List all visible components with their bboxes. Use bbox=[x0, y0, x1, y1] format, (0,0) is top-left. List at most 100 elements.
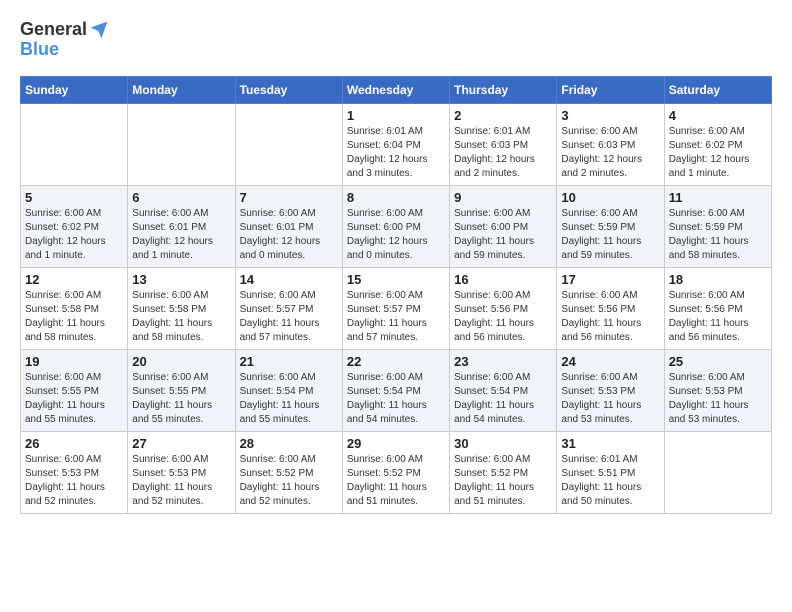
day-number: 16 bbox=[454, 272, 552, 287]
calendar-day-22: 22 Sunrise: 6:00 AM Sunset: 5:54 PM Dayli… bbox=[342, 349, 449, 431]
calendar-day-6: 6 Sunrise: 6:00 AM Sunset: 6:01 PM Daylig… bbox=[128, 185, 235, 267]
logo-blue-text: Blue bbox=[20, 40, 109, 60]
day-number: 9 bbox=[454, 190, 552, 205]
day-number: 26 bbox=[25, 436, 123, 451]
day-info: Sunrise: 6:00 AM Sunset: 6:01 PM Dayligh… bbox=[240, 207, 338, 263]
day-number: 31 bbox=[561, 436, 659, 451]
calendar-week-row: 12 Sunrise: 6:00 AM Sunset: 5:58 PM Dayli… bbox=[21, 267, 772, 349]
calendar-day-8: 8Sunrise: 6:00 AM Sunset: 6:00 PM Daylig… bbox=[342, 185, 449, 267]
calendar-day-13: 13 Sunrise: 6:00 AM Sunset: 5:58 PM Dayli… bbox=[128, 267, 235, 349]
day-number: 13 bbox=[132, 272, 230, 287]
day-info: Sunrise: 6:01 AM Sunset: 6:03 PM Dayligh… bbox=[454, 125, 552, 181]
calendar-day-18: 18Sunrise: 6:00 AM Sunset: 5:56 PM Dayli… bbox=[664, 267, 771, 349]
calendar-day-29: 29Sunrise: 6:00 AM Sunset: 5:52 PM Dayli… bbox=[342, 431, 449, 513]
day-number: 5 bbox=[25, 190, 123, 205]
calendar-day-26: 26 Sunrise: 6:00 AM Sunset: 5:53 PM Dayli… bbox=[21, 431, 128, 513]
day-header-monday: Monday bbox=[128, 76, 235, 103]
day-info: Sunrise: 6:00 AM Sunset: 5:52 PM Dayligh… bbox=[240, 453, 338, 509]
calendar-day-1: 1 Sunrise: 6:01 AM Sunset: 6:04 PM Daylig… bbox=[342, 103, 449, 185]
day-info: Sunrise: 6:00 AM Sunset: 6:01 PM Dayligh… bbox=[132, 207, 230, 263]
day-number: 29 bbox=[347, 436, 445, 451]
day-header-saturday: Saturday bbox=[664, 76, 771, 103]
day-info: Sunrise: 6:00 AM Sunset: 5:52 PM Dayligh… bbox=[454, 453, 552, 509]
logo-general-text: General bbox=[20, 20, 87, 40]
calendar-day-31: 31 Sunrise: 6:01 AM Sunset: 5:51 PM Dayli… bbox=[557, 431, 664, 513]
calendar-week-row: 19Sunrise: 6:00 AM Sunset: 5:55 PM Dayli… bbox=[21, 349, 772, 431]
day-number: 8 bbox=[347, 190, 445, 205]
day-number: 24 bbox=[561, 354, 659, 369]
day-info: Sunrise: 6:00 AM Sunset: 5:55 PM Dayligh… bbox=[25, 371, 123, 427]
day-number: 22 bbox=[347, 354, 445, 369]
calendar-day-14: 14 Sunrise: 6:00 AM Sunset: 5:57 PM Dayli… bbox=[235, 267, 342, 349]
day-info: Sunrise: 6:00 AM Sunset: 5:53 PM Dayligh… bbox=[132, 453, 230, 509]
day-info: Sunrise: 6:00 AM Sunset: 5:59 PM Dayligh… bbox=[669, 207, 767, 263]
day-info: Sunrise: 6:00 AM Sunset: 5:54 PM Dayligh… bbox=[240, 371, 338, 427]
day-number: 4 bbox=[669, 108, 767, 123]
day-info: Sunrise: 6:00 AM Sunset: 5:53 PM Dayligh… bbox=[561, 371, 659, 427]
day-info: Sunrise: 6:00 AM Sunset: 5:57 PM Dayligh… bbox=[347, 289, 445, 345]
day-number: 2 bbox=[454, 108, 552, 123]
calendar-day-28: 28 Sunrise: 6:00 AM Sunset: 5:52 PM Dayli… bbox=[235, 431, 342, 513]
calendar-day-9: 9 Sunrise: 6:00 AM Sunset: 6:00 PM Daylig… bbox=[450, 185, 557, 267]
day-number: 20 bbox=[132, 354, 230, 369]
day-info: Sunrise: 6:00 AM Sunset: 5:53 PM Dayligh… bbox=[25, 453, 123, 509]
calendar-week-row: 5 Sunrise: 6:00 AM Sunset: 6:02 PM Daylig… bbox=[21, 185, 772, 267]
day-info: Sunrise: 6:00 AM Sunset: 6:02 PM Dayligh… bbox=[25, 207, 123, 263]
calendar-empty-cell bbox=[128, 103, 235, 185]
day-number: 6 bbox=[132, 190, 230, 205]
calendar-day-19: 19Sunrise: 6:00 AM Sunset: 5:55 PM Dayli… bbox=[21, 349, 128, 431]
day-number: 30 bbox=[454, 436, 552, 451]
day-number: 23 bbox=[454, 354, 552, 369]
calendar-day-11: 11 Sunrise: 6:00 AM Sunset: 5:59 PM Dayli… bbox=[664, 185, 771, 267]
page-header: General Blue bbox=[20, 20, 772, 60]
calendar-week-row: 26 Sunrise: 6:00 AM Sunset: 5:53 PM Dayli… bbox=[21, 431, 772, 513]
calendar-day-24: 24 Sunrise: 6:00 AM Sunset: 5:53 PM Dayli… bbox=[557, 349, 664, 431]
day-info: Sunrise: 6:00 AM Sunset: 5:57 PM Dayligh… bbox=[240, 289, 338, 345]
day-info: Sunrise: 6:01 AM Sunset: 6:04 PM Dayligh… bbox=[347, 125, 445, 181]
day-info: Sunrise: 6:00 AM Sunset: 5:56 PM Dayligh… bbox=[561, 289, 659, 345]
calendar-empty-cell bbox=[664, 431, 771, 513]
day-number: 21 bbox=[240, 354, 338, 369]
day-number: 12 bbox=[25, 272, 123, 287]
day-header-tuesday: Tuesday bbox=[235, 76, 342, 103]
day-number: 18 bbox=[669, 272, 767, 287]
day-info: Sunrise: 6:00 AM Sunset: 5:59 PM Dayligh… bbox=[561, 207, 659, 263]
day-info: Sunrise: 6:01 AM Sunset: 5:51 PM Dayligh… bbox=[561, 453, 659, 509]
day-info: Sunrise: 6:00 AM Sunset: 5:55 PM Dayligh… bbox=[132, 371, 230, 427]
day-number: 17 bbox=[561, 272, 659, 287]
day-number: 14 bbox=[240, 272, 338, 287]
day-header-thursday: Thursday bbox=[450, 76, 557, 103]
day-info: Sunrise: 6:00 AM Sunset: 6:02 PM Dayligh… bbox=[669, 125, 767, 181]
calendar-empty-cell bbox=[235, 103, 342, 185]
calendar-day-10: 10 Sunrise: 6:00 AM Sunset: 5:59 PM Dayli… bbox=[557, 185, 664, 267]
day-info: Sunrise: 6:00 AM Sunset: 5:54 PM Dayligh… bbox=[347, 371, 445, 427]
day-header-sunday: Sunday bbox=[21, 76, 128, 103]
day-info: Sunrise: 6:00 AM Sunset: 5:58 PM Dayligh… bbox=[132, 289, 230, 345]
calendar-day-27: 27Sunrise: 6:00 AM Sunset: 5:53 PM Dayli… bbox=[128, 431, 235, 513]
day-number: 28 bbox=[240, 436, 338, 451]
day-info: Sunrise: 6:00 AM Sunset: 5:56 PM Dayligh… bbox=[454, 289, 552, 345]
calendar-table: SundayMondayTuesdayWednesdayThursdayFrid… bbox=[20, 76, 772, 514]
calendar-day-21: 21 Sunrise: 6:00 AM Sunset: 5:54 PM Dayli… bbox=[235, 349, 342, 431]
day-number: 15 bbox=[347, 272, 445, 287]
calendar-day-3: 3 Sunrise: 6:00 AM Sunset: 6:03 PM Daylig… bbox=[557, 103, 664, 185]
calendar-day-25: 25 Sunrise: 6:00 AM Sunset: 5:53 PM Dayli… bbox=[664, 349, 771, 431]
calendar-day-20: 20 Sunrise: 6:00 AM Sunset: 5:55 PM Dayli… bbox=[128, 349, 235, 431]
day-number: 3 bbox=[561, 108, 659, 123]
day-number: 1 bbox=[347, 108, 445, 123]
day-number: 25 bbox=[669, 354, 767, 369]
day-info: Sunrise: 6:00 AM Sunset: 6:03 PM Dayligh… bbox=[561, 125, 659, 181]
day-info: Sunrise: 6:00 AM Sunset: 5:53 PM Dayligh… bbox=[669, 371, 767, 427]
calendar-day-5: 5 Sunrise: 6:00 AM Sunset: 6:02 PM Daylig… bbox=[21, 185, 128, 267]
calendar-day-17: 17 Sunrise: 6:00 AM Sunset: 5:56 PM Dayli… bbox=[557, 267, 664, 349]
calendar-day-7: 7Sunrise: 6:00 AM Sunset: 6:01 PM Daylig… bbox=[235, 185, 342, 267]
day-info: Sunrise: 6:00 AM Sunset: 6:00 PM Dayligh… bbox=[454, 207, 552, 263]
day-number: 10 bbox=[561, 190, 659, 205]
calendar-week-row: 1 Sunrise: 6:01 AM Sunset: 6:04 PM Daylig… bbox=[21, 103, 772, 185]
day-number: 11 bbox=[669, 190, 767, 205]
calendar-day-2: 2 Sunrise: 6:01 AM Sunset: 6:03 PM Daylig… bbox=[450, 103, 557, 185]
logo: General Blue bbox=[20, 20, 109, 60]
calendar-header-row: SundayMondayTuesdayWednesdayThursdayFrid… bbox=[21, 76, 772, 103]
calendar-empty-cell bbox=[21, 103, 128, 185]
day-header-friday: Friday bbox=[557, 76, 664, 103]
